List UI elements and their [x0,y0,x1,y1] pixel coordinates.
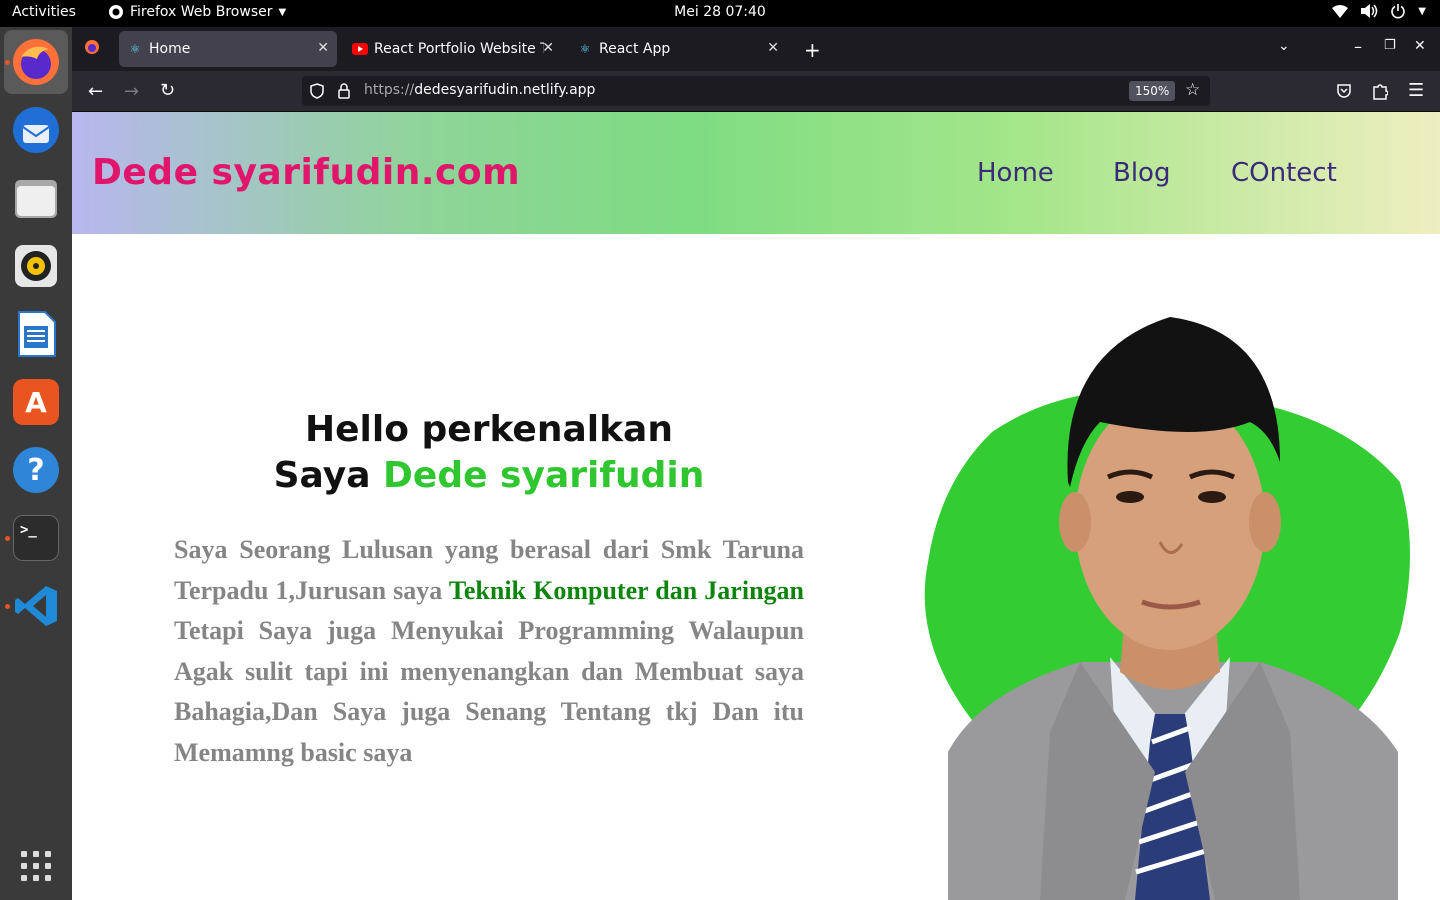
tab-home[interactable]: ⚛ Home ✕ [119,31,337,67]
url-host: dedesyarifudin.netlify.app [414,82,596,98]
nav-blog-link[interactable]: Blog [1113,158,1170,188]
running-indicator [5,60,10,65]
nav-home-link[interactable]: Home [977,158,1054,188]
activities-button[interactable]: Activities [12,4,76,20]
dock-firefox[interactable] [4,30,68,94]
firefox-icon [13,39,59,85]
url-text[interactable]: https://dedesyarifudin.netlify.app [364,82,595,98]
youtube-favicon-icon [352,41,368,57]
wifi-icon [1332,5,1349,18]
tab-label: React App [599,41,671,57]
url-protocol: https:// [364,82,415,98]
tab-close-icon[interactable]: ✕ [767,40,779,56]
site-header: Dede syarifudin.com Home Blog COntect [72,112,1440,234]
minimize-icon[interactable]: – [1354,37,1362,56]
extensions-puzzle-icon[interactable] [1372,82,1388,100]
pocket-icon[interactable] [1336,83,1352,99]
hero-line-1: Hello perkenalkan [305,409,673,450]
running-indicator [5,536,10,541]
profile-photo [924,317,1410,900]
dock-writer[interactable] [4,302,68,366]
close-window-icon[interactable]: ✕ [1414,38,1426,54]
dock-help[interactable]: ? [4,438,68,502]
hero-line-2-prefix: Saya [273,455,384,496]
tab-close-icon[interactable]: ✕ [542,40,554,56]
firefox-view-icon[interactable] [84,39,100,59]
dock-files[interactable] [4,166,68,230]
help-icon: ? [13,447,59,493]
tray-chevron-down-icon: ▼ [1418,5,1426,17]
face [1075,394,1265,650]
tab-label: React Portfolio Website T [374,41,544,57]
show-apps-button[interactable] [18,848,54,884]
tab-label: Home [149,41,191,57]
volume-icon [1361,4,1378,18]
ubuntu-software-icon: A [13,379,59,425]
navigation-toolbar: ← → ↻ https://dedesyarifudin.netlify.app… [72,71,1440,112]
hero-name: Dede syarifudin [383,455,705,496]
new-tab-plus-icon[interactable]: + [804,38,821,62]
tab-react-portfolio[interactable]: React Portfolio Website T ✕ [344,31,562,67]
hero-paragraph: Saya Seorang Lulusan yang berasal dari S… [174,530,804,774]
files-icon [15,180,57,218]
lock-icon[interactable] [338,83,350,99]
system-top-bar: Activities Firefox Web Browser ▼ Mei 28 … [0,0,1440,27]
hero-paragraph-part-2: Tetapi Saya juga Menyukai Programming Wa… [174,616,804,767]
back-arrow-icon[interactable]: ← [88,81,103,102]
power-icon [1391,4,1406,19]
list-tabs-chevron-icon[interactable]: ⌄ [1278,38,1290,54]
running-indicator [5,604,10,609]
app-menu[interactable]: Firefox Web Browser ▼ [108,4,286,20]
firefox-small-icon [109,5,123,19]
dock: A ? >_ [0,27,72,900]
tab-strip: ⚛ Home ✕ React Portfolio Website T ✕ ⚛ R… [72,27,1440,71]
tracking-shield-icon[interactable] [310,83,324,99]
clock[interactable]: Mei 28 07:40 [674,4,766,20]
terminal-icon: >_ [13,515,59,561]
reload-icon[interactable]: ↻ [160,80,175,101]
nav-contact-link[interactable]: COntect [1231,158,1337,188]
hero-paragraph-highlight: Teknik Komputer dan Jaringan [448,575,804,605]
dock-software[interactable]: A [4,370,68,434]
forward-arrow-icon[interactable]: → [124,81,139,102]
web-page: Dede syarifudin.com Home Blog COntect He… [72,112,1440,900]
tab-react-app[interactable]: ⚛ React App ✕ [569,31,787,67]
react-favicon-icon: ⚛ [129,42,141,56]
hero-heading: Hello perkenalkan Saya Dede syarifudin [202,407,776,499]
system-tray[interactable]: ▼ [1332,3,1426,19]
hamburger-menu-icon[interactable]: ☰ [1408,80,1424,101]
tab-close-icon[interactable]: ✕ [317,40,329,56]
app-menu-label: Firefox Web Browser [130,4,273,20]
rhythmbox-icon [15,245,57,287]
vscode-icon [15,586,57,626]
restore-icon[interactable]: ❐ [1384,38,1396,53]
dock-thunderbird[interactable] [4,98,68,162]
dock-vscode[interactable] [4,574,68,638]
url-bar[interactable]: https://dedesyarifudin.netlify.app 150% … [302,76,1210,106]
thunderbird-icon [13,107,59,153]
chevron-down-icon: ▼ [278,6,287,18]
writer-icon [18,311,56,357]
dock-rhythmbox[interactable] [4,234,68,298]
bookmark-star-icon[interactable]: ☆ [1185,80,1200,100]
zoom-indicator[interactable]: 150% [1129,81,1176,101]
react-favicon-icon: ⚛ [579,42,591,56]
dock-terminal[interactable]: >_ [4,506,68,570]
site-brand[interactable]: Dede syarifudin.com [92,152,520,193]
